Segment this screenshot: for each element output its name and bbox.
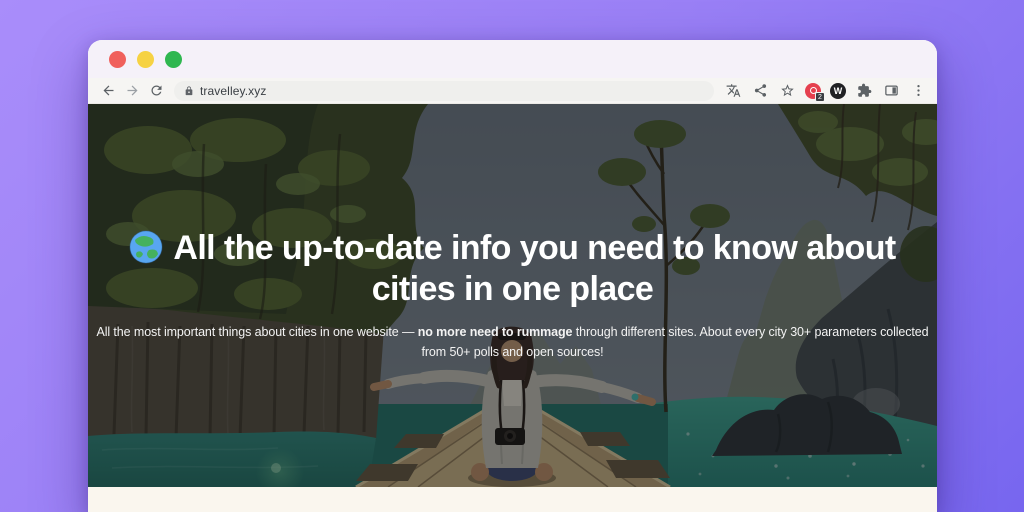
side-panel-icon	[884, 85, 898, 96]
extensions-button[interactable]	[855, 82, 873, 100]
zoom-window-button[interactable]	[165, 50, 182, 68]
hero-subtitle: All the most important things about citi…	[90, 322, 936, 363]
subtitle-prefix: All the most important things about citi…	[96, 324, 418, 339]
reload-icon	[151, 85, 161, 96]
subtitle-bold: no more need to rummage	[417, 324, 573, 339]
extension-monogram: W	[833, 85, 843, 96]
reload-button[interactable]	[144, 80, 168, 102]
translate-icon	[726, 84, 740, 97]
hero-section: All the up-to-date info you need to know…	[88, 104, 937, 487]
close-window-button[interactable]	[109, 50, 126, 68]
side-panel-button[interactable]	[882, 82, 900, 100]
browser-window: travelley.xyz 2 W All the up-to-date inf…	[88, 40, 937, 512]
star-icon	[780, 84, 794, 97]
back-button[interactable]	[96, 80, 120, 102]
hero-title-text: All the up-to-date info you need to know…	[173, 229, 896, 309]
url-text: travelley.xyz	[200, 83, 267, 98]
toolbar-actions: 2 W	[724, 82, 927, 102]
globe-icon	[129, 230, 163, 264]
window-titlebar	[88, 40, 937, 78]
kebab-menu-icon	[916, 85, 920, 96]
share-button[interactable]	[751, 82, 769, 100]
hero-title: All the up-to-date info you need to know…	[93, 228, 933, 311]
address-bar[interactable]: travelley.xyz	[174, 80, 714, 101]
webpage-viewport: All the up-to-date info you need to know…	[88, 104, 937, 512]
browser-toolbar: travelley.xyz 2 W	[88, 78, 937, 104]
bookmark-button[interactable]	[778, 82, 796, 100]
back-icon	[103, 85, 113, 96]
browser-menu-button[interactable]	[909, 82, 927, 100]
share-icon	[754, 84, 766, 97]
minimize-window-button[interactable]	[137, 50, 154, 68]
puzzle-icon	[857, 83, 871, 97]
extension-badge: 2	[815, 91, 825, 102]
translate-button[interactable]	[724, 82, 742, 100]
hero-content: All the up-to-date info you need to know…	[88, 104, 937, 487]
forward-button[interactable]	[120, 80, 144, 102]
dark-extension-button[interactable]: W	[830, 82, 846, 99]
next-page-section	[88, 487, 937, 512]
forward-icon	[127, 85, 137, 96]
lock-icon	[185, 85, 193, 95]
adblock-extension-button[interactable]: 2	[805, 82, 825, 102]
